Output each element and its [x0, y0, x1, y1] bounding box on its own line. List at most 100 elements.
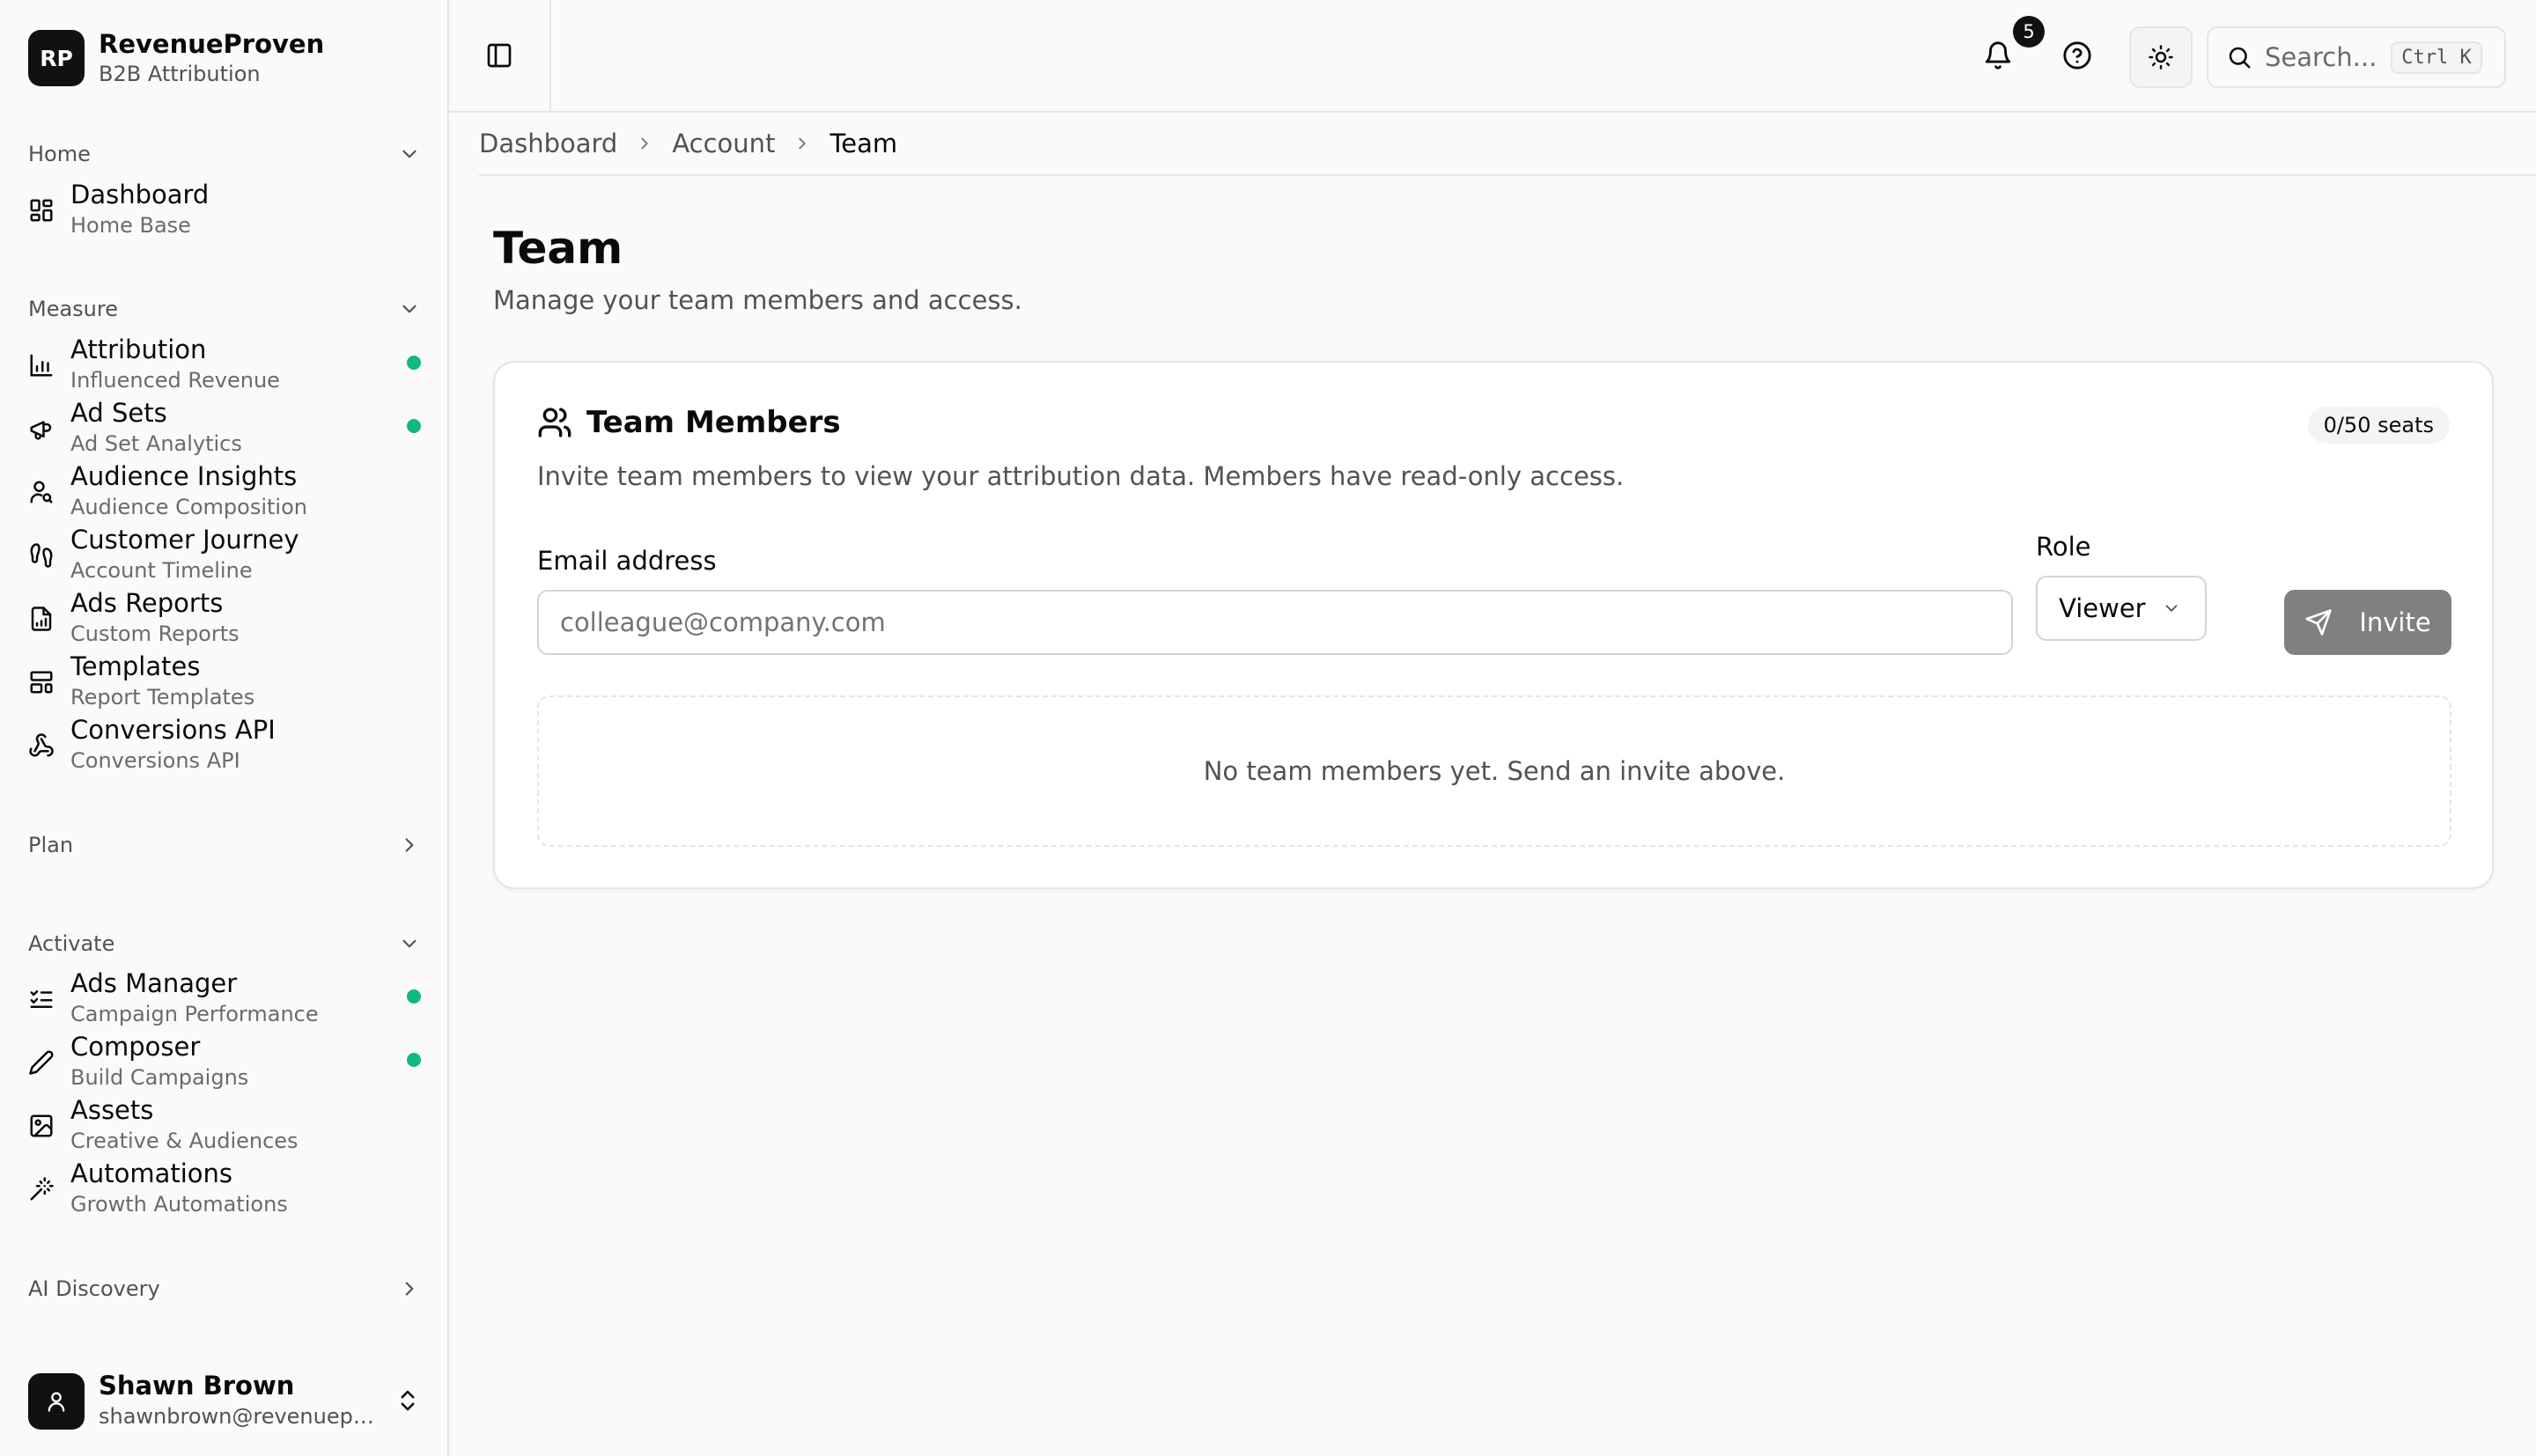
group-label: Activate [28, 931, 115, 956]
sidebar: RP RevenueProven B2B Attribution Home Da… [0, 0, 449, 1456]
status-dot [407, 989, 421, 1004]
brand-name: RevenueProven [99, 29, 325, 59]
sidebar-toggle-button[interactable] [449, 0, 551, 111]
seats-badge: 0/50 seats [2307, 407, 2450, 444]
sidebar-item-title: Conversions API [70, 715, 276, 745]
help-button[interactable] [2062, 40, 2092, 70]
sidebar-item-conversions-api[interactable]: Conversions API Conversions API [28, 713, 421, 776]
sidebar-item-automations[interactable]: Automations Growth Automations [28, 1157, 421, 1220]
megaphone-icon [28, 415, 55, 442]
avatar [28, 1373, 85, 1430]
status-dot [407, 356, 421, 370]
brand[interactable]: RP RevenueProven B2B Attribution [28, 28, 324, 88]
report-icon [28, 606, 55, 632]
chevron-right-icon [635, 134, 654, 153]
brand-logo: RP [28, 30, 85, 86]
template-icon [28, 669, 55, 695]
card-description: Invite team members to view your attribu… [537, 461, 1625, 491]
sidebar-item-ad-sets[interactable]: Ad Sets Ad Set Analytics [28, 396, 421, 460]
wand-icon [28, 1176, 55, 1202]
sidebar-item-title: Assets [70, 1095, 154, 1125]
search-shortcut: Ctrl K [2391, 40, 2482, 74]
sidebar-item-templates[interactable]: Templates Report Templates [28, 650, 421, 713]
group-ai-discovery[interactable]: AI Discovery [28, 1269, 421, 1308]
sidebar-item-assets[interactable]: Assets Creative & Audiences [28, 1093, 421, 1157]
chevron-right-icon [398, 834, 421, 857]
bar-chart-icon [28, 352, 55, 379]
sidebar-item-title: Ads Manager [70, 968, 238, 998]
sun-icon [2149, 45, 2173, 70]
page-title: Team [493, 223, 623, 274]
chevron-down-icon [398, 932, 421, 955]
sidebar-item-subtitle: Conversions API [70, 748, 240, 773]
group-label: Measure [28, 297, 118, 321]
email-input[interactable] [537, 590, 2013, 655]
role-value: Viewer [2059, 593, 2146, 623]
sidebar-item-ads-manager[interactable]: Ads Manager Campaign Performance [28, 967, 421, 1030]
empty-state: No team members yet. Send an invite abov… [537, 695, 2451, 847]
sidebar-item-audience-insights[interactable]: Audience Insights Audience Composition [28, 460, 421, 523]
grid-icon [28, 197, 55, 224]
breadcrumb-dashboard[interactable]: Dashboard [479, 129, 617, 158]
sidebar-item-subtitle: Build Campaigns [70, 1065, 249, 1090]
brand-subtitle: B2B Attribution [99, 62, 261, 86]
chevron-right-icon [792, 134, 812, 153]
image-icon [28, 1113, 55, 1139]
topbar: 5 Search... Ctrl K [449, 0, 2536, 113]
user-email: shawnbrown@revenueproven.com [99, 1404, 380, 1429]
chevron-down-icon [2165, 605, 2178, 612]
page-subtitle: Manage your team members and access. [493, 285, 1022, 315]
status-dot [407, 1053, 421, 1067]
sidebar-item-subtitle: Account Timeline [70, 558, 253, 583]
search-placeholder: Search... [2265, 42, 2378, 72]
sidebar-item-dashboard[interactable]: Dashboard Home Base [28, 178, 421, 241]
sidebar-item-composer[interactable]: Composer Build Campaigns [28, 1030, 421, 1093]
sidebar-item-subtitle: Audience Composition [70, 495, 307, 519]
sidebar-item-title: Attribution [70, 335, 207, 364]
card-header: Team Members [537, 403, 841, 442]
user-name: Shawn Brown [99, 1371, 295, 1401]
empty-message: No team members yet. Send an invite abov… [1203, 756, 1786, 786]
user-icon [48, 1392, 65, 1412]
sidebar-item-subtitle: Report Templates [70, 685, 255, 710]
search-icon [2229, 47, 2251, 69]
card-title: Team Members [586, 405, 841, 440]
sidebar-item-title: Customer Journey [70, 525, 299, 555]
theme-toggle-button[interactable] [2129, 26, 2193, 88]
user-menu[interactable]: Shawn Brown shawnbrown@revenueproven.com [28, 1370, 421, 1431]
list-checks-icon [28, 986, 55, 1012]
sidebar-item-subtitle: Home Base [70, 213, 191, 238]
sidebar-item-customer-journey[interactable]: Customer Journey Account Timeline [28, 523, 421, 586]
group-label: AI Discovery [28, 1276, 160, 1301]
sidebar-item-title: Ads Reports [70, 588, 224, 618]
sidebar-item-subtitle: Influenced Revenue [70, 368, 280, 393]
invite-button[interactable]: Invite [2284, 590, 2451, 655]
group-activate[interactable]: Activate [28, 924, 421, 963]
user-search-icon [28, 479, 55, 505]
help-circle-icon [2063, 41, 2091, 70]
notification-badge: 5 [2013, 16, 2045, 48]
team-members-card: Team Members 0/50 seats Invite team memb… [493, 361, 2494, 889]
status-dot [407, 419, 421, 433]
role-label: Role [2036, 532, 2091, 562]
notifications-button[interactable] [1983, 40, 2013, 70]
sidebar-item-title: Dashboard [70, 180, 210, 210]
search-button[interactable]: Search... Ctrl K [2207, 26, 2506, 88]
pen-icon [28, 1049, 55, 1076]
group-measure[interactable]: Measure [28, 290, 421, 328]
group-plan[interactable]: Plan [28, 826, 421, 864]
sidebar-item-ads-reports[interactable]: Ads Reports Custom Reports [28, 586, 421, 650]
sidebar-item-title: Composer [70, 1032, 201, 1062]
breadcrumb-account[interactable]: Account [672, 129, 775, 158]
sidebar-item-subtitle: Custom Reports [70, 621, 240, 646]
sidebar-item-attribution[interactable]: Attribution Influenced Revenue [28, 333, 421, 396]
breadcrumb-team: Team [829, 129, 898, 158]
sidebar-item-title: Automations [70, 1158, 233, 1188]
role-select[interactable]: Viewer [2036, 576, 2207, 641]
app: RP RevenueProven B2B Attribution Home Da… [0, 0, 2536, 1456]
group-home[interactable]: Home [28, 135, 421, 173]
sidebar-item-subtitle: Creative & Audiences [70, 1129, 299, 1153]
group-label: Plan [28, 833, 74, 857]
chevron-right-icon [398, 1277, 421, 1300]
sidebar-item-title: Audience Insights [70, 461, 298, 491]
